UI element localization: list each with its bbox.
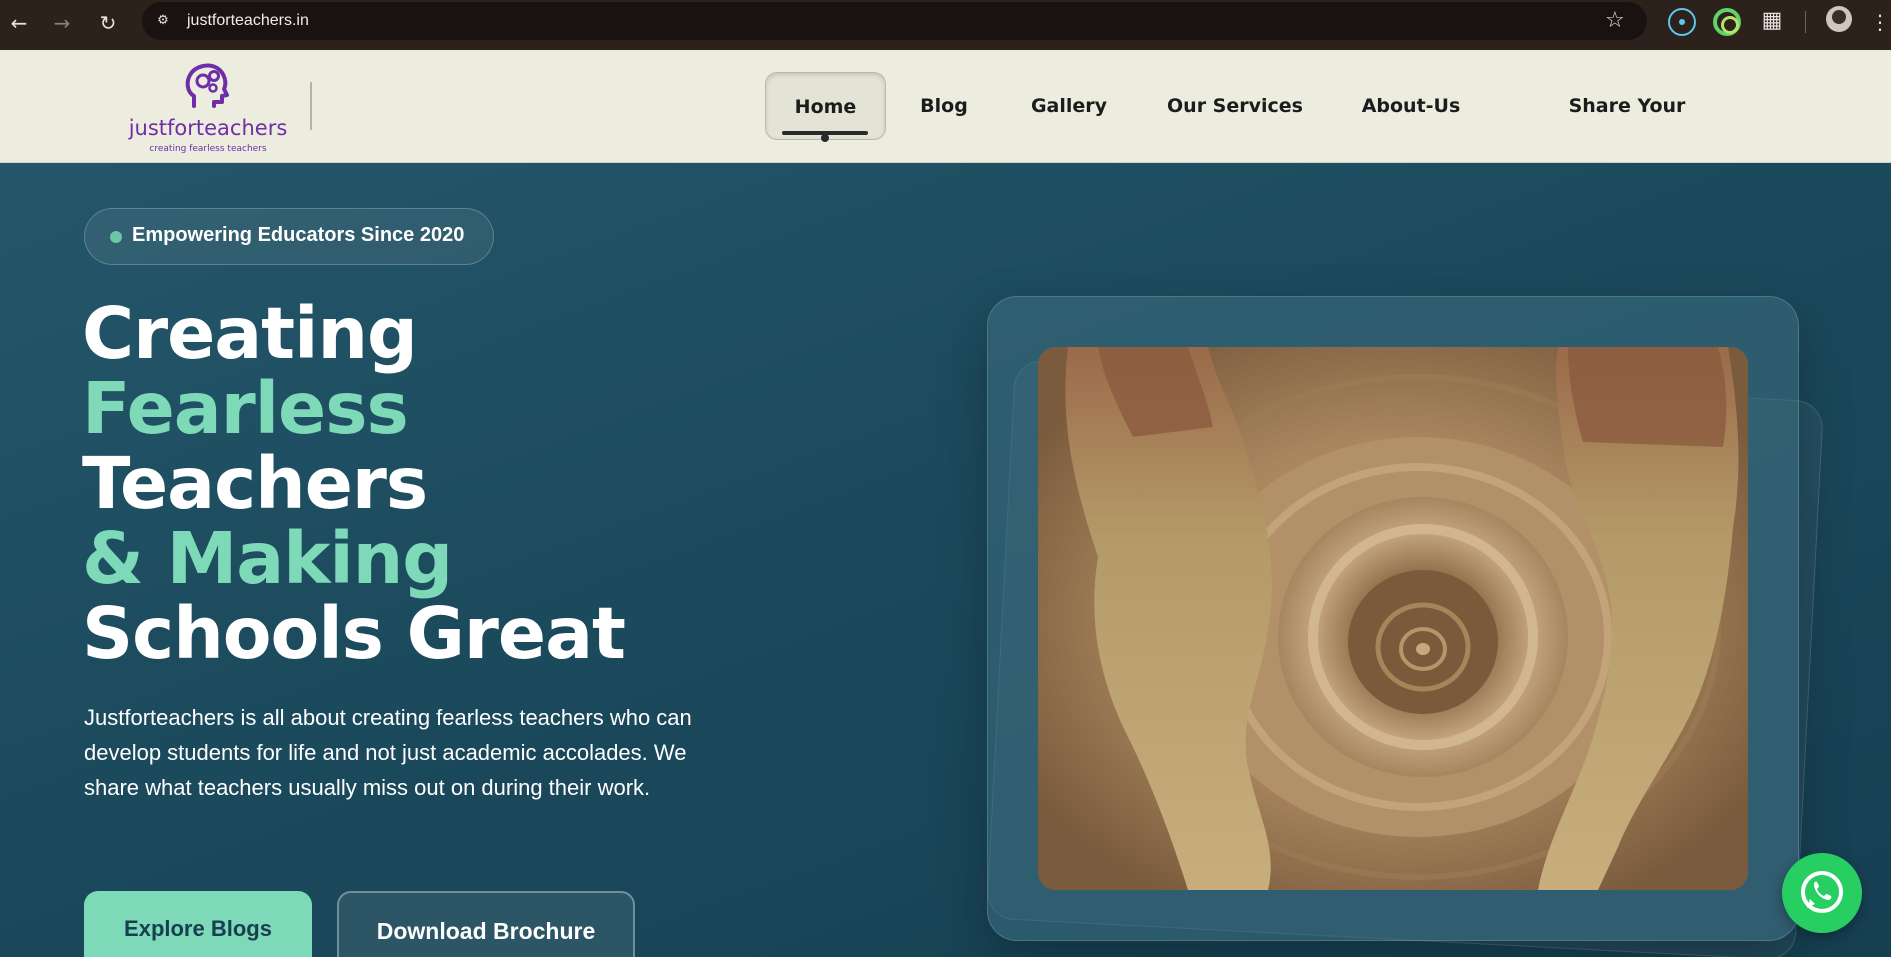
browser-menu-icon[interactable]: ⋮ <box>1870 8 1890 36</box>
download-brochure-button[interactable]: Download Brochure <box>337 891 635 957</box>
nav-active-dot <box>821 134 829 142</box>
nav-share-your-thoughts[interactable]: Share Your Thoughts <box>1518 72 1736 185</box>
logo-wordmark: justforteachers <box>128 116 288 140</box>
whatsapp-icon <box>1801 871 1843 913</box>
react-devtools-extension-icon[interactable] <box>1668 8 1696 36</box>
profile-avatar[interactable] <box>1826 6 1852 32</box>
head-gears-icon <box>185 63 229 108</box>
reload-icon[interactable]: ↻ <box>93 8 123 38</box>
headline-line-1: Creating <box>82 292 418 375</box>
pottery-hands-image <box>1038 347 1748 890</box>
pottery-illustration <box>1038 347 1748 890</box>
headline-line-2: Fearless <box>82 367 409 450</box>
hero-description: Justforteachers is all about creating fe… <box>84 705 692 800</box>
header-divider <box>310 82 312 130</box>
headline-line-4: & Making <box>82 517 453 600</box>
logo-tagline: creating fearless teachers <box>149 144 267 154</box>
badge-dot <box>110 231 122 243</box>
toolbar-separator <box>1805 11 1806 33</box>
nav-home[interactable]: Home <box>765 72 886 140</box>
forward-icon[interactable]: → <box>47 8 77 38</box>
badge-text: Empowering Educators Since 2020 <box>132 224 465 246</box>
nav-blog[interactable]: Blog <box>910 72 978 140</box>
explore-blogs-button[interactable]: Explore Blogs <box>84 891 312 957</box>
whatsapp-chat-button[interactable] <box>1782 853 1862 933</box>
headline-line-5: Schools Great <box>82 592 626 675</box>
headline-line-3: Teachers <box>82 442 428 525</box>
address-bar[interactable] <box>142 2 1647 40</box>
browser-toolbar: ← → ↻ ⚙ justforteachers.in ☆ ▦ ⋮ <box>0 0 1891 50</box>
nav-gallery[interactable]: Gallery <box>1028 72 1110 140</box>
site-logo[interactable]: justforteachers creating fearless teache… <box>118 60 298 160</box>
nav-our-services[interactable]: Our Services <box>1165 72 1305 140</box>
extensions-puzzle-icon[interactable]: ▦ <box>1758 6 1786 34</box>
back-icon[interactable]: ← <box>4 8 34 38</box>
bookmark-star-icon[interactable]: ☆ <box>1605 8 1625 34</box>
extension-icon[interactable] <box>1713 8 1741 36</box>
url-text[interactable]: justforteachers.in <box>187 10 309 32</box>
nav-about-us[interactable]: About-Us <box>1359 72 1463 140</box>
site-info-icon[interactable]: ⚙ <box>152 10 174 32</box>
